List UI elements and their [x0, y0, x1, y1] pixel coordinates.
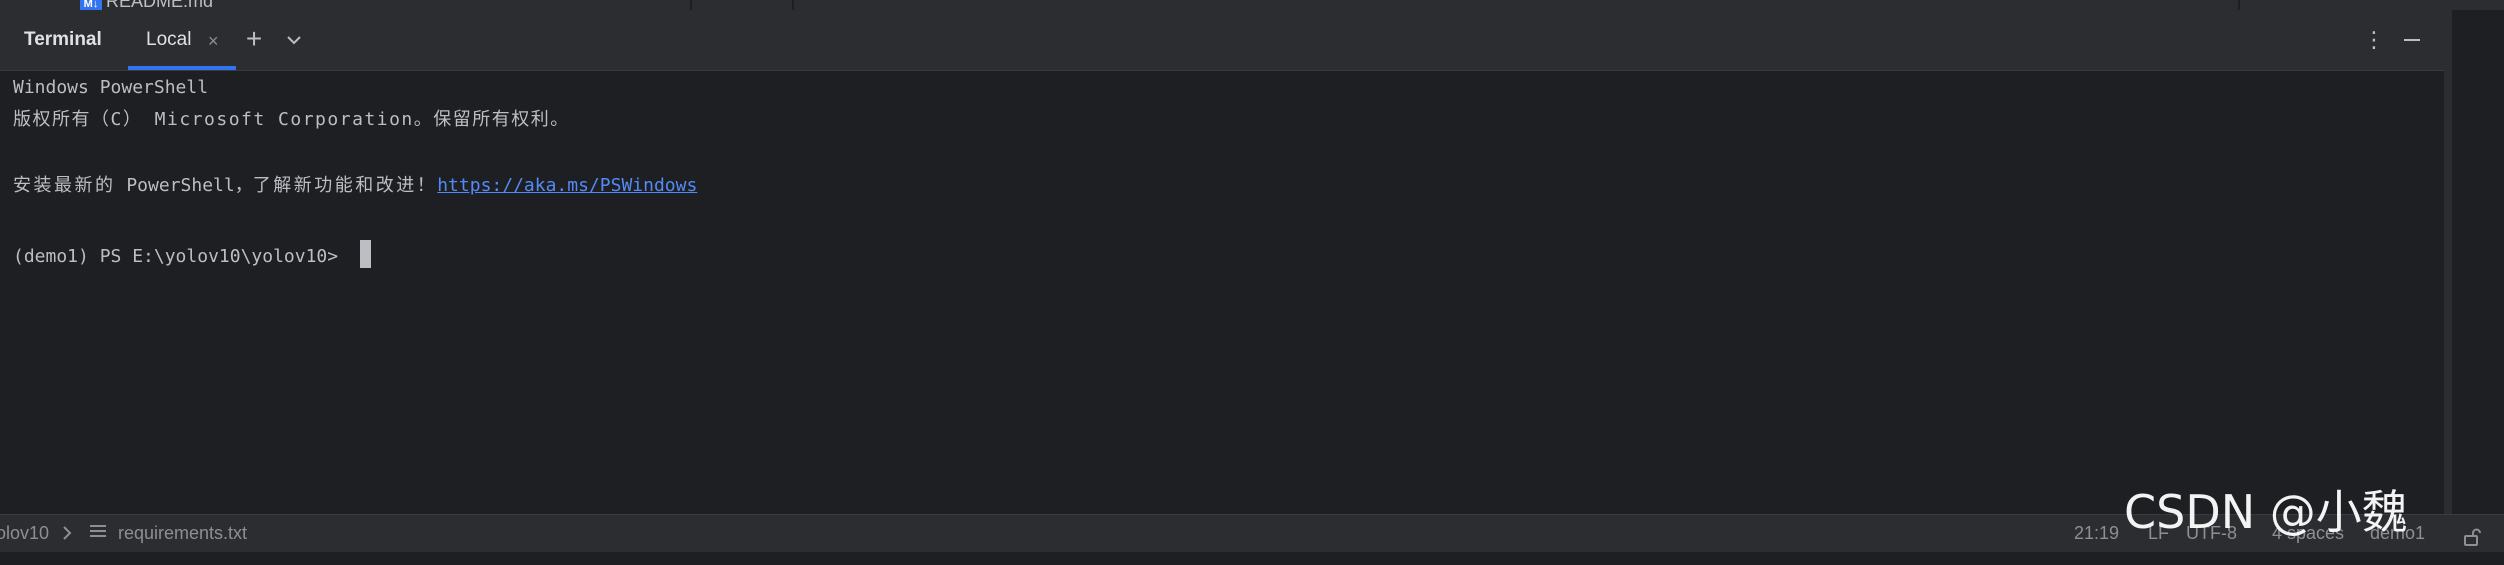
- plus-icon: +: [245, 23, 263, 54]
- chevron-right-icon: [60, 515, 74, 565]
- hide-button[interactable]: [2398, 26, 2426, 54]
- terminal-text: PowerShell，: [115, 175, 253, 196]
- chevron-down-icon: [287, 36, 301, 45]
- watermark: CSDN @小魏: [2124, 485, 2408, 539]
- minimize-icon: [2404, 39, 2420, 41]
- new-tab-button[interactable]: +: [240, 23, 268, 54]
- terminal-scrollbar[interactable]: [2444, 10, 2452, 514]
- active-tab-indicator: [128, 66, 236, 70]
- text-cursor: [359, 240, 371, 268]
- close-icon[interactable]: ×: [208, 10, 219, 72]
- caret-position[interactable]: 21:19: [2074, 515, 2119, 551]
- more-vertical-icon: ⋮: [2363, 27, 2385, 52]
- divider: [792, 0, 794, 10]
- terminal-text: 安装最新的: [13, 175, 116, 196]
- terminal-output[interactable]: Windows PowerShell 版权所有（C） Microsoft Cor…: [0, 71, 2444, 514]
- divider: [690, 0, 692, 10]
- tab-dropdown-button[interactable]: [280, 26, 308, 54]
- terminal-line: 版权所有（C） Microsoft Corporation。保留所有权利。: [13, 109, 570, 130]
- terminal-text: 了解新功能和改进！: [252, 175, 438, 196]
- tab-local[interactable]: Local ×: [128, 10, 236, 70]
- breadcrumb-project[interactable]: olov10: [0, 515, 49, 551]
- terminal-prompt-line[interactable]: (demo1) PS E:\yolov10\yolov10>: [13, 240, 371, 268]
- tab-label: Local: [146, 29, 192, 50]
- tool-window-title: Terminal: [24, 29, 102, 50]
- terminal-line: 安装最新的 PowerShell，了解新功能和改进！https://aka.ms…: [13, 174, 697, 198]
- terminal-prompt: (demo1) PS E:\yolov10\yolov10>: [13, 246, 349, 267]
- right-gutter: [2444, 10, 2504, 514]
- powershell-link[interactable]: https://aka.ms/PSWindows: [437, 175, 697, 196]
- terminal-line: Windows PowerShell: [13, 77, 209, 98]
- options-button[interactable]: ⋮: [2360, 26, 2388, 54]
- lock-icon[interactable]: [2462, 523, 2482, 546]
- divider: [2238, 0, 2240, 10]
- breadcrumb-file[interactable]: requirements.txt: [118, 515, 247, 551]
- terminal-tool-window-header: Terminal Local × + ⋮: [0, 10, 2444, 71]
- file-text-icon: [90, 525, 106, 541]
